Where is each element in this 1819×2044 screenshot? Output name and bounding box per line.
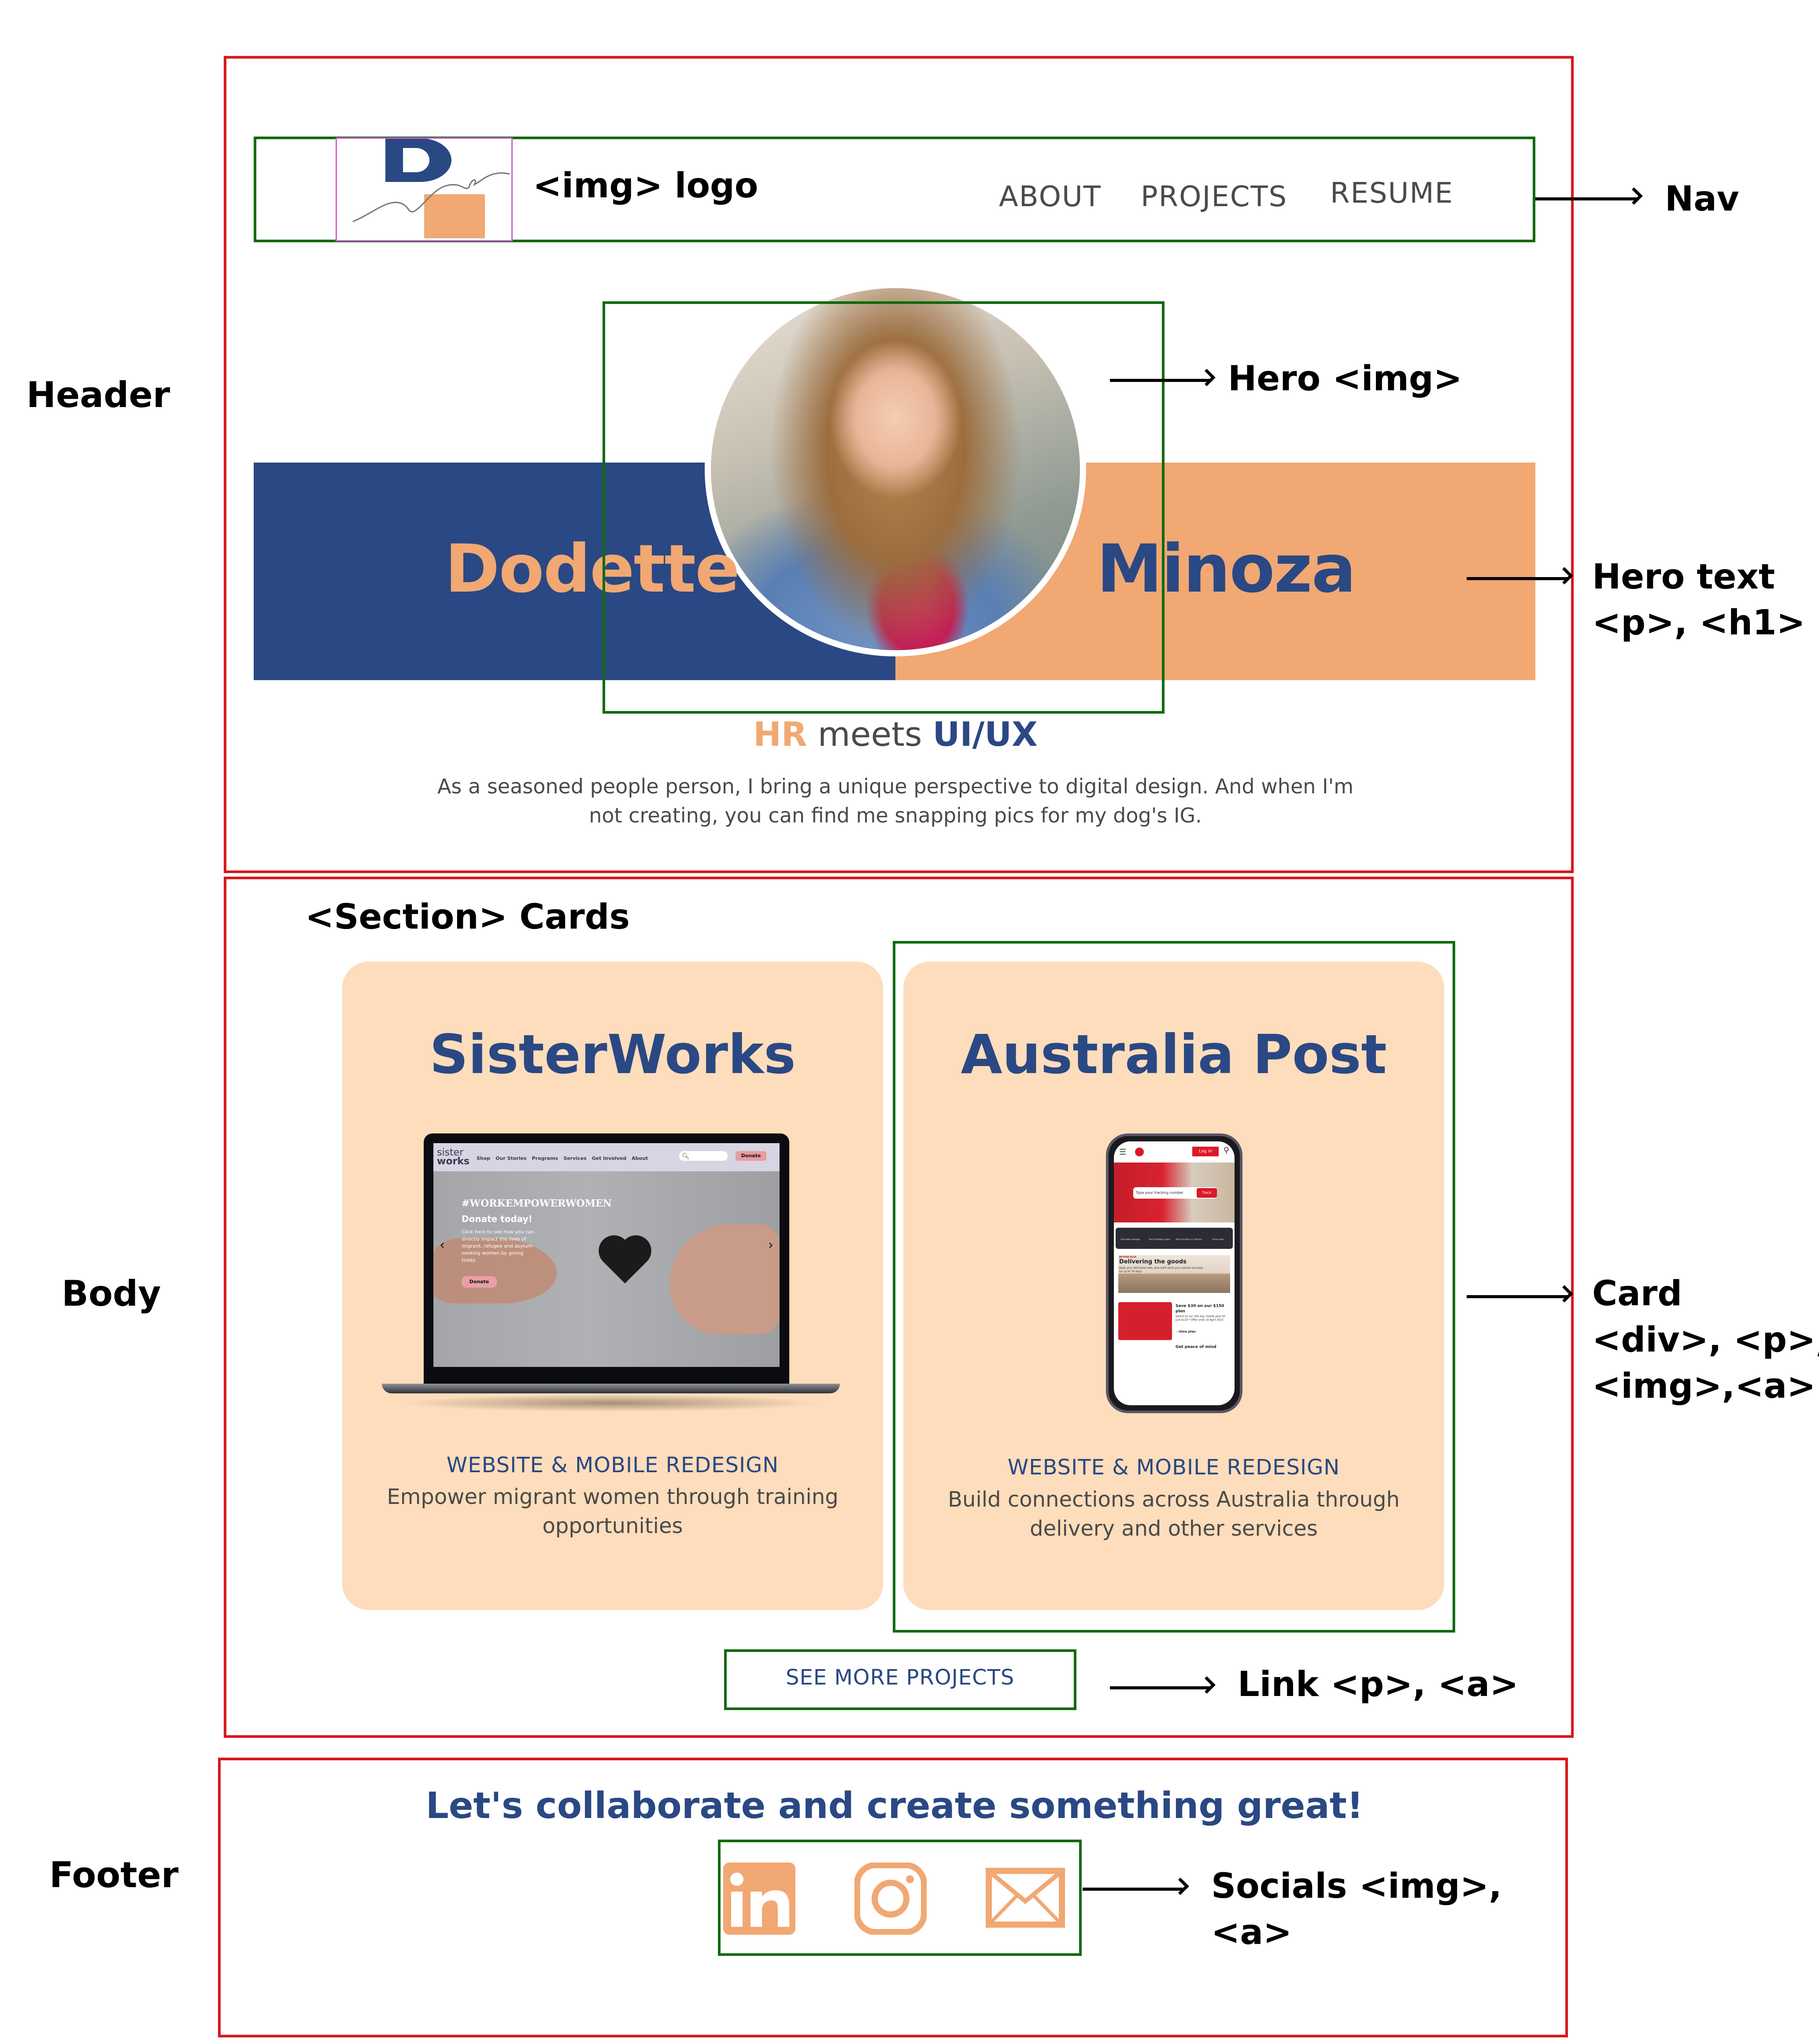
hero-img-annotation-box	[603, 301, 1165, 714]
body-section-label: Body	[62, 1273, 161, 1314]
tagline-hr: HR	[753, 715, 807, 754]
mail-icon	[986, 1868, 1065, 1928]
card-title: SisterWorks	[429, 1023, 796, 1086]
instagram-link[interactable]	[854, 1862, 927, 1935]
card-arrow-icon	[1467, 1295, 1569, 1298]
nav-link-projects[interactable]: PROJECTS	[1141, 181, 1287, 213]
card-annotation-label-3: <img>,<a>	[1592, 1366, 1816, 1406]
socials-annotation-label-1: Socials <img>,	[1211, 1866, 1502, 1906]
intro-line: not creating, you can find me snapping p…	[589, 804, 1202, 827]
card-description-line: opportunities	[542, 1514, 683, 1538]
mockup-headline: Donate today!	[462, 1214, 532, 1224]
section-annotation-label: <Section> Cards	[305, 897, 630, 937]
card-description-line: Empower migrant women through training	[387, 1485, 839, 1509]
link-arrow-icon	[1110, 1686, 1211, 1689]
chevron-left-icon: ‹	[440, 1237, 445, 1253]
socials-annotation-label-2: <a>	[1211, 1913, 1292, 1952]
donate-button-small: Donate	[736, 1151, 766, 1161]
mockup-donate-button: Donate	[462, 1276, 497, 1288]
sisterworks-logo: sister works	[437, 1147, 470, 1167]
dm-logo-icon	[352, 138, 510, 238]
card-subtitle: WEBSITE & MOBILE REDESIGN	[446, 1453, 779, 1477]
hero-text-annotation-label-1: Hero text	[1592, 557, 1775, 597]
logo-annotation-label: <img> logo	[533, 166, 758, 206]
hero-text-annotation-label-2: <p>, <h1>	[1592, 603, 1805, 643]
card-annotation-box	[893, 941, 1455, 1633]
sisterworks-nav: Shop Our Stories Programs Services Get Invol…	[477, 1155, 648, 1161]
mockup-hashtag: #WORKEMPOWERWOMEN	[462, 1198, 612, 1209]
card-annotation-label-1: Card	[1592, 1274, 1682, 1314]
nav-annotation-label: Nav	[1665, 179, 1739, 219]
chevron-right-icon: ›	[768, 1237, 773, 1253]
hero-img-annotation-label: Hero <img>	[1228, 359, 1462, 399]
laptop-mockup-image: sister works Shop Our Stories Programs Servi…	[382, 1133, 840, 1415]
footer-heading: Let's collaborate and create something g…	[425, 1785, 1364, 1827]
logo-link[interactable]	[336, 137, 513, 241]
mockup-body: Click here to see how you can directly i…	[462, 1229, 534, 1263]
intro-line: As a seasoned people person, I bring a u…	[437, 774, 1354, 798]
email-link[interactable]	[986, 1868, 1065, 1928]
linkedin-link[interactable]	[723, 1863, 795, 1935]
nav-link-about[interactable]: ABOUT	[999, 181, 1102, 213]
tagline-meets: meets	[807, 715, 933, 754]
card-description: Empower migrant women through training o…	[360, 1482, 865, 1540]
instagram-icon	[854, 1862, 927, 1935]
hero-intro-paragraph: As a seasoned people person, I bring a u…	[0, 772, 1791, 830]
heart-icon	[603, 1240, 647, 1284]
nav-link-resume[interactable]: RESUME	[1330, 177, 1453, 210]
search-icon: 🔍︎	[679, 1151, 728, 1161]
header-section-label: Header	[26, 374, 170, 415]
tagline-uiux: UI/UX	[932, 715, 1038, 754]
linkedin-icon	[723, 1863, 795, 1935]
project-card-sisterworks[interactable]: SisterWorks sister works Shop Our Stories P…	[342, 962, 883, 1610]
see-more-projects-link[interactable]: SEE MORE PROJECTS	[786, 1665, 1014, 1690]
nav-arrow-icon	[1535, 197, 1638, 200]
link-annotation-label: Link <p>, <a>	[1238, 1665, 1519, 1704]
hero-text-arrow-icon	[1467, 577, 1569, 580]
hero-img-arrow-icon	[1110, 379, 1211, 382]
card-annotation-label-2: <div>, <p>,	[1592, 1320, 1819, 1360]
footer-section-label: Footer	[49, 1855, 179, 1896]
hero-tagline: HR meets UI/UX	[0, 715, 1791, 754]
socials-arrow-icon	[1083, 1888, 1185, 1891]
